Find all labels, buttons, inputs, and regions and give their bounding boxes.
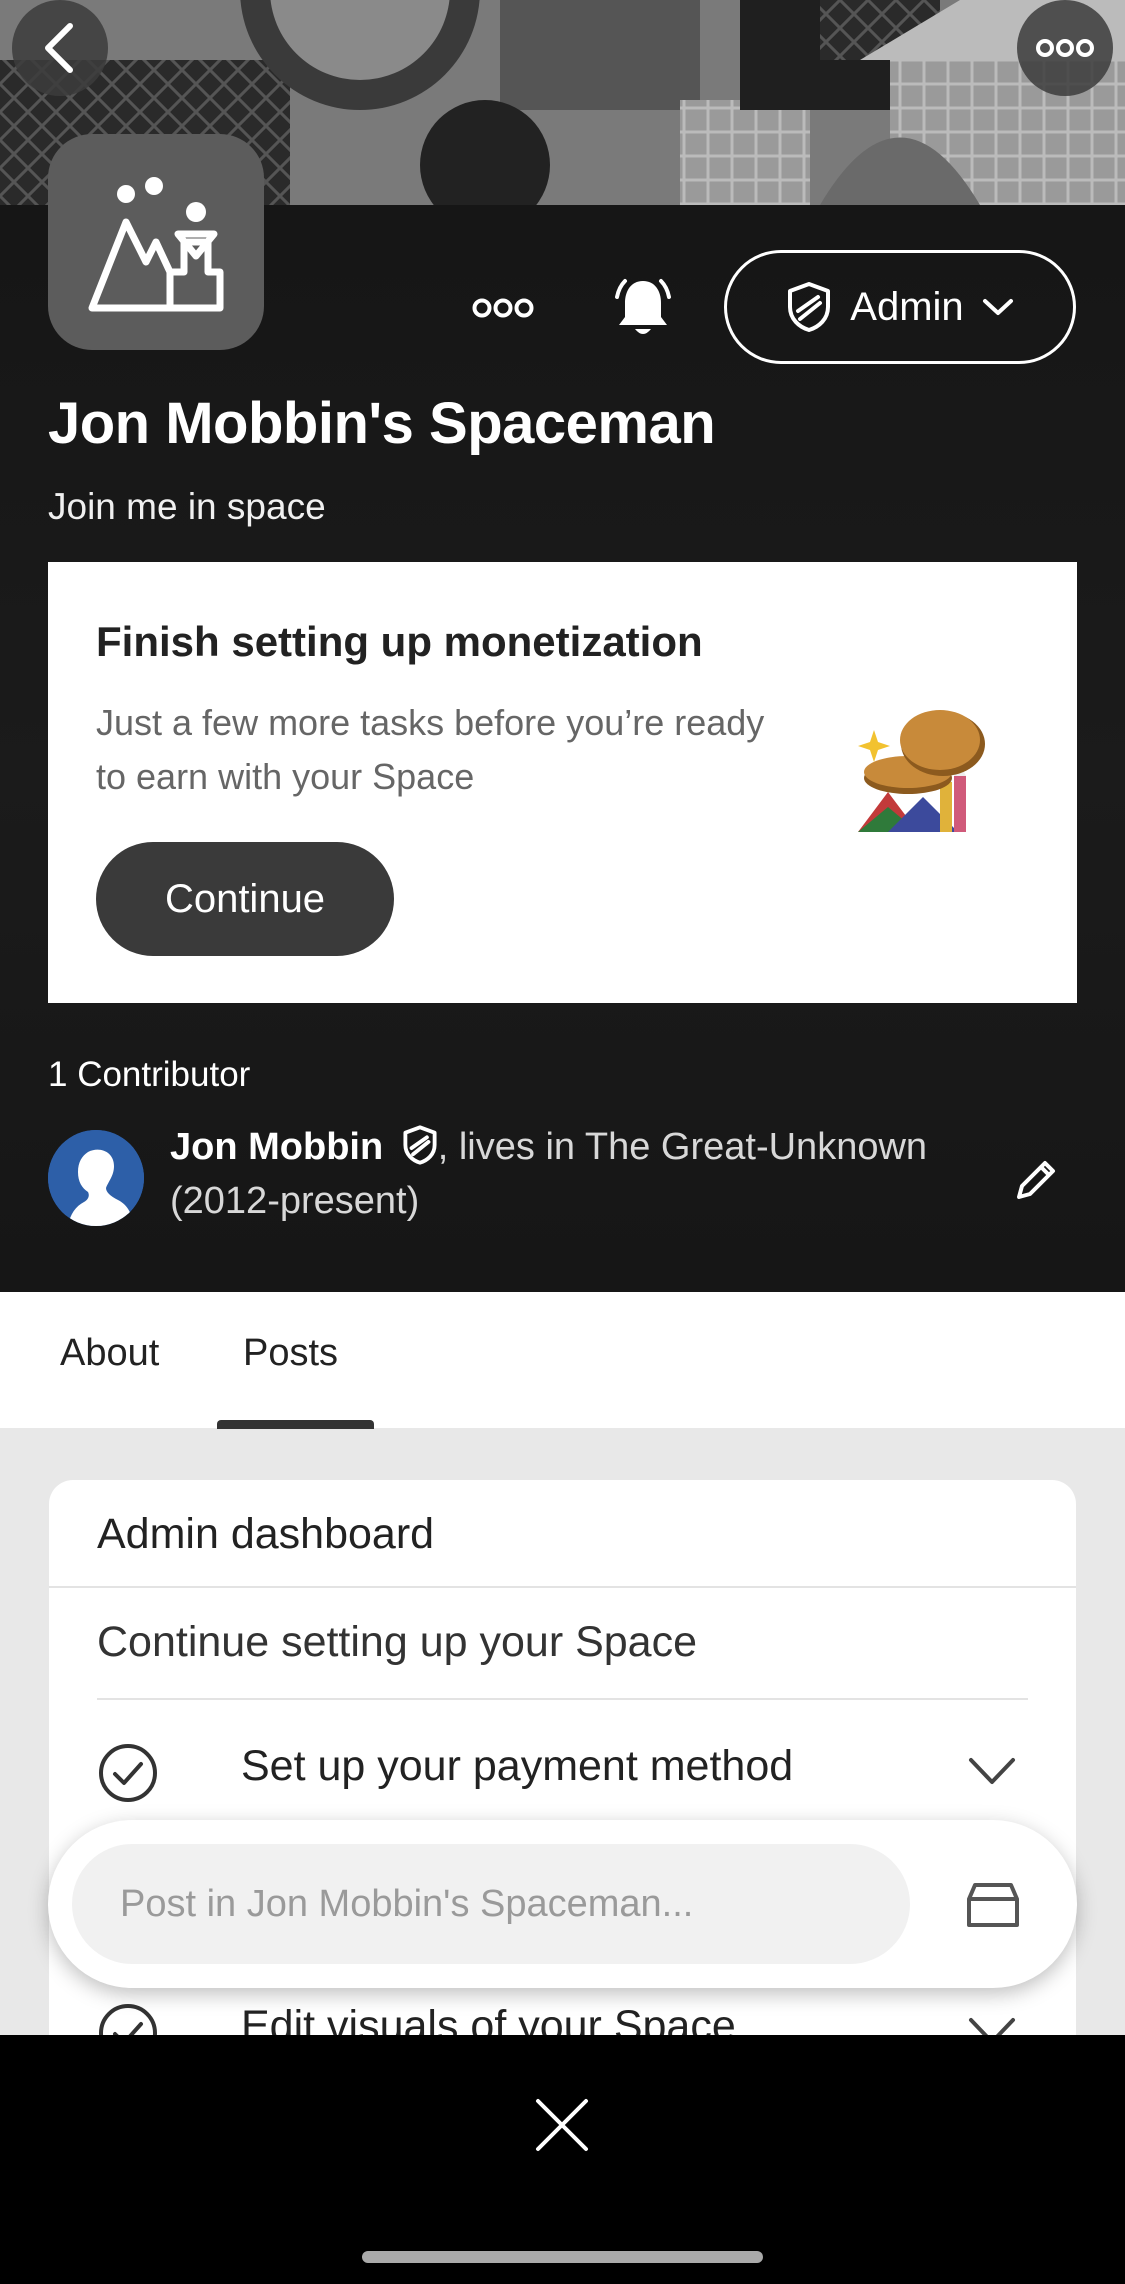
close-icon bbox=[536, 2099, 588, 2151]
back-button[interactable] bbox=[12, 0, 108, 96]
space-more-button[interactable] bbox=[460, 268, 546, 348]
active-tab-indicator bbox=[217, 1420, 374, 1429]
space-subtitle: Join me in space bbox=[48, 486, 326, 527]
user-silhouette-icon bbox=[48, 1130, 144, 1226]
continue-button[interactable]: Continue bbox=[96, 842, 394, 956]
tab-bar: About Posts bbox=[0, 1292, 1125, 1428]
dashboard-title: Admin dashboard bbox=[97, 1510, 435, 1558]
tab-about[interactable]: About bbox=[60, 1332, 159, 1375]
edit-contributor-button[interactable] bbox=[1004, 1148, 1068, 1212]
tab-posts[interactable]: Posts bbox=[243, 1332, 338, 1375]
drafts-button[interactable] bbox=[958, 1870, 1028, 1940]
close-button[interactable] bbox=[522, 2085, 602, 2165]
task-label: Set up your payment method bbox=[241, 1742, 794, 1790]
task-label: Edit visuals of your Space bbox=[241, 2002, 736, 2035]
coins-illustration bbox=[858, 710, 985, 832]
shield-icon bbox=[788, 282, 831, 332]
chevron-down-icon[interactable] bbox=[967, 2012, 1017, 2035]
avatar[interactable] bbox=[48, 1130, 144, 1226]
contributors-heading: 1 Contributor bbox=[48, 1055, 251, 1094]
space-title: Jon Mobbin's Spaceman bbox=[48, 391, 716, 456]
contributor-row[interactable]: Jon Mobbin , lives in The Great-Unknown … bbox=[48, 1120, 1077, 1240]
divider bbox=[49, 1586, 1076, 1588]
dashboard-subtitle: Continue setting up your Space bbox=[97, 1618, 698, 1666]
more-horizontal-icon bbox=[472, 298, 534, 318]
space-logo-icon bbox=[88, 177, 224, 312]
pencil-icon bbox=[1017, 1161, 1055, 1199]
notifications-button[interactable] bbox=[600, 268, 686, 348]
task-edit-visuals[interactable]: Edit visuals of your Space bbox=[97, 1992, 1028, 2035]
shield-icon bbox=[403, 1125, 437, 1165]
monetization-description: Just a few more tasks before you’re read… bbox=[96, 702, 765, 797]
post-input[interactable] bbox=[72, 1844, 910, 1964]
bell-icon bbox=[615, 279, 671, 334]
space-header: Admin Jon Mobbin's Spaceman Join me in s… bbox=[0, 0, 1125, 1292]
task-payment-method[interactable]: Set up your payment method bbox=[97, 1732, 1028, 1812]
monetization-card: Finish setting up monetization Just a fe… bbox=[48, 562, 1077, 1003]
space-logo[interactable] bbox=[48, 134, 264, 350]
check-circle-icon bbox=[99, 1744, 157, 1802]
admin-label: Admin bbox=[850, 284, 964, 329]
chevron-left-icon bbox=[45, 23, 73, 73]
divider bbox=[97, 1698, 1028, 1700]
bottom-bar bbox=[0, 2035, 1125, 2284]
monetization-title: Finish setting up monetization bbox=[96, 618, 703, 665]
app-screen: Admin Jon Mobbin's Spaceman Join me in s… bbox=[0, 0, 1125, 2035]
chevron-down-icon[interactable] bbox=[967, 1752, 1017, 1792]
cover-more-button[interactable] bbox=[1017, 0, 1113, 96]
post-composer bbox=[48, 1820, 1077, 1988]
admin-dropdown-button[interactable]: Admin bbox=[724, 250, 1076, 364]
drafts-box-icon bbox=[967, 1883, 1019, 1927]
check-circle-icon bbox=[99, 2004, 157, 2035]
more-horizontal-icon bbox=[1036, 39, 1094, 57]
chevron-down-icon bbox=[982, 299, 1013, 315]
home-indicator[interactable] bbox=[362, 2251, 763, 2263]
contributor-name[interactable]: Jon Mobbin bbox=[170, 1126, 383, 1168]
contributor-text: Jon Mobbin , lives in The Great-Unknown … bbox=[170, 1120, 990, 1228]
